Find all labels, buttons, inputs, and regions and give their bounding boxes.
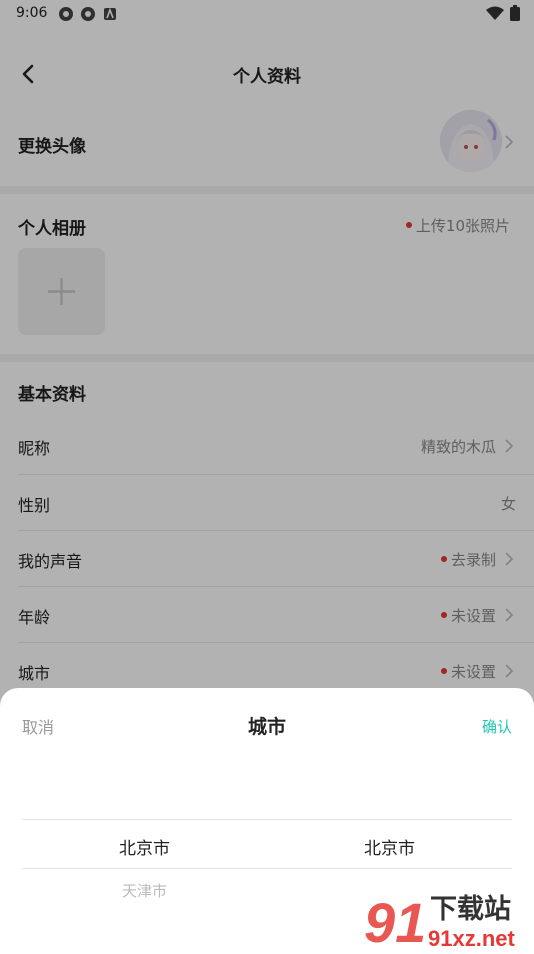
svg-text:91: 91 — [364, 891, 426, 950]
svg-text:下载站: 下载站 — [430, 894, 511, 925]
site-watermark: 91 下载站 91xz.net — [362, 888, 534, 954]
sheet-title: 城市 — [247, 716, 286, 738]
confirm-button[interactable]: 确认 — [482, 716, 512, 737]
picker-selection-line-top — [22, 819, 512, 820]
picker-selection-line-bottom — [22, 868, 512, 869]
province-picker-next[interactable]: 天津市 — [11, 880, 278, 901]
svg-text:91xz.net: 91xz.net — [428, 926, 515, 950]
province-picker-selected[interactable]: 北京市 — [11, 834, 278, 859]
watermark-logo: 91 下载站 91xz.net — [364, 891, 515, 954]
city-picker-selected[interactable]: 北京市 — [256, 834, 523, 859]
